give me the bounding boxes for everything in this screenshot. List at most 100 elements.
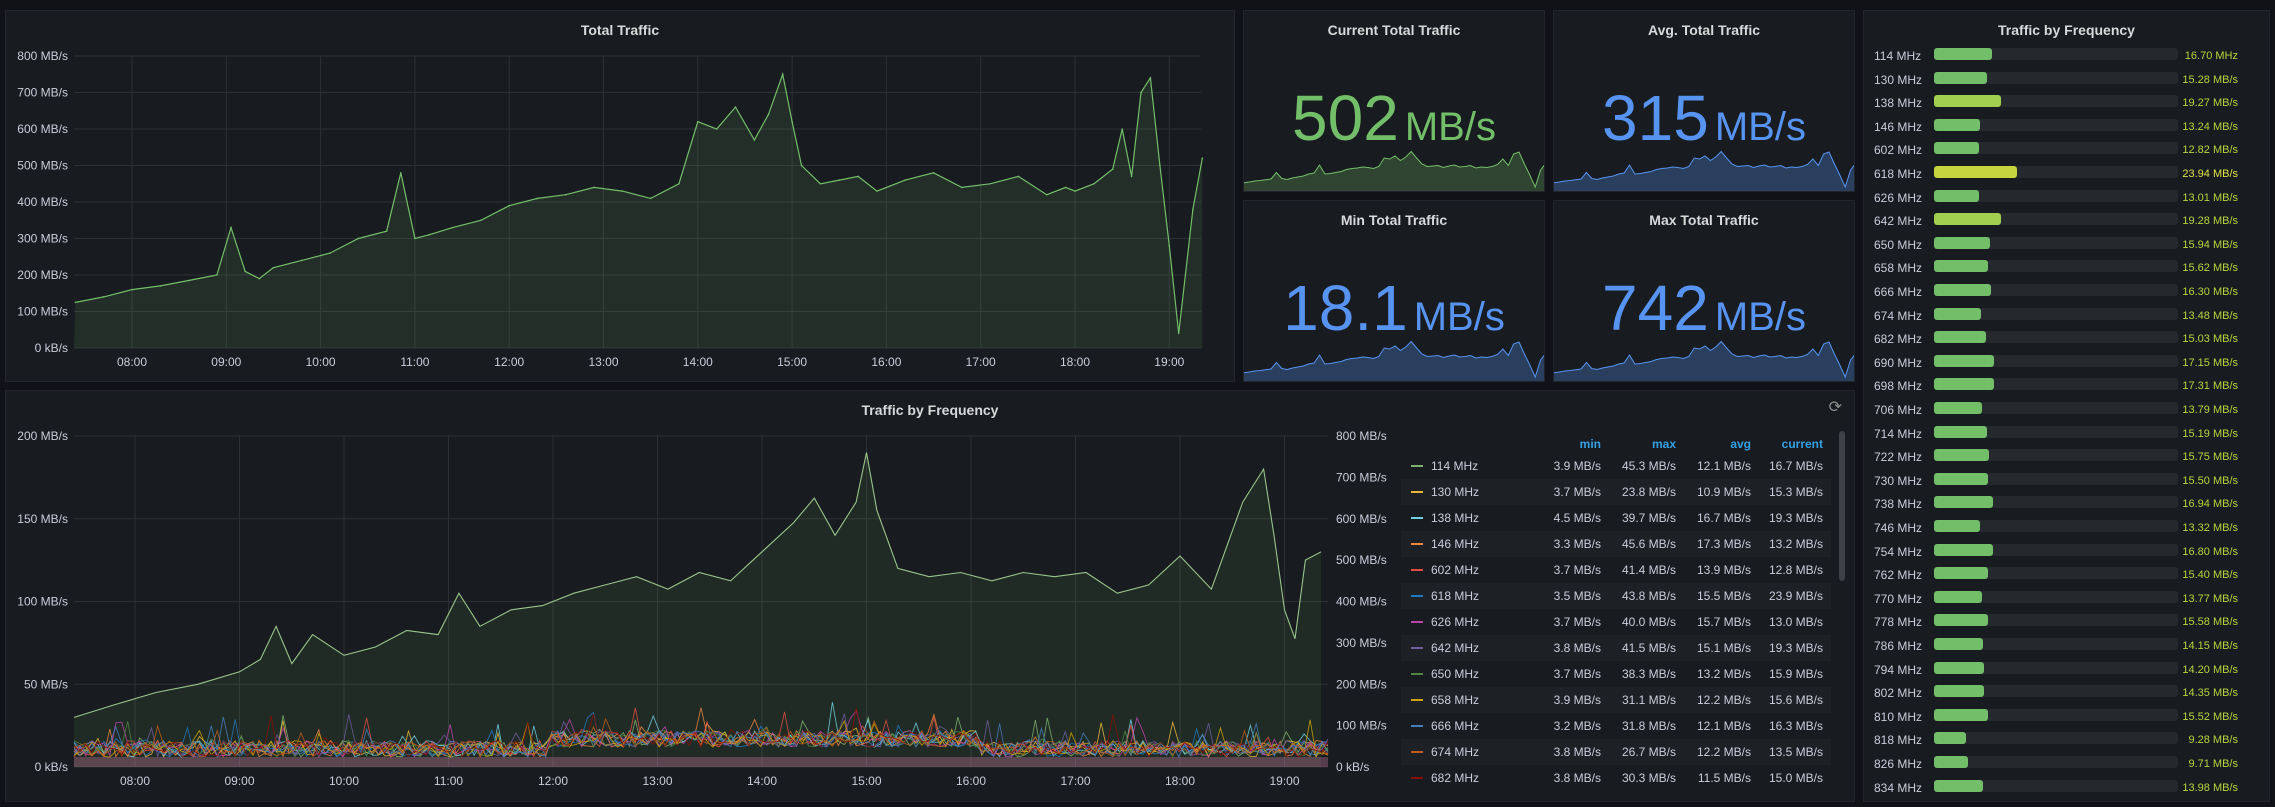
- legend-header-max[interactable]: max: [1596, 437, 1676, 451]
- bargauge-row[interactable]: 698 MHz 17.31 MB/s: [1864, 375, 2254, 399]
- legend-row[interactable]: 666 MHz 3.2 MB/s 31.8 MB/s 12.1 MB/s 16.3 MB…: [1401, 713, 1831, 739]
- legend-header-min[interactable]: min: [1521, 437, 1601, 451]
- x-tick-label: 16:00: [871, 355, 901, 369]
- bargauge-value: 15.19 MB/s: [2182, 427, 2238, 440]
- data-point: [753, 139, 756, 141]
- bargauge-row[interactable]: 714 MHz 15.19 MB/s: [1864, 423, 2254, 447]
- bargauge-row[interactable]: 810 MHz 15.52 MB/s: [1864, 706, 2254, 730]
- bargauge-row[interactable]: 778 MHz 15.58 MB/s: [1864, 611, 2254, 635]
- legend-row[interactable]: 114 MHz 3.9 MB/s 45.3 MB/s 12.1 MB/s 16.7 MB…: [1401, 453, 1831, 479]
- max-total-traffic-panel: Max Total Traffic 742 MB/s: [1553, 200, 1855, 382]
- y-tick-label: 100 MB/s: [17, 305, 68, 319]
- bargauge-row[interactable]: 786 MHz 14.15 MB/s: [1864, 635, 2254, 659]
- series-name[interactable]: 602 MHz: [1431, 563, 1479, 577]
- series-avg: 11.5 MB/s: [1697, 771, 1751, 785]
- legend-scrollbar[interactable]: [1839, 431, 1845, 581]
- bargauge-row[interactable]: 130 MHz 15.28 MB/s: [1864, 69, 2254, 93]
- bargauge-row[interactable]: 146 MHz 13.24 MB/s: [1864, 116, 2254, 140]
- series-name[interactable]: 138 MHz: [1431, 511, 1479, 525]
- bargauge-value: 13.01 MB/s: [2182, 191, 2238, 204]
- bargauge-row[interactable]: 706 MHz 13.79 MB/s: [1864, 399, 2254, 423]
- panel-title[interactable]: Traffic by Frequency: [1864, 22, 2269, 38]
- data-point: [536, 197, 539, 200]
- legend-header-current[interactable]: current: [1743, 437, 1823, 451]
- series-color-swatch: [1411, 569, 1423, 571]
- bargauge-track: [1934, 142, 2178, 155]
- bargauge-row[interactable]: 834 MHz 13.98 MB/s: [1864, 777, 2254, 801]
- y-left-tick-label: 50 MB/s: [24, 677, 68, 691]
- series-max: 26.7 MB/s: [1621, 745, 1676, 759]
- series-name[interactable]: 618 MHz: [1431, 589, 1479, 603]
- bargauge-row[interactable]: 738 MHz 16.94 MB/s: [1864, 493, 2254, 517]
- bargauge-row[interactable]: 626 MHz 13.01 MB/s: [1864, 187, 2254, 211]
- series-name[interactable]: 626 MHz: [1431, 615, 1479, 629]
- bargauge-row[interactable]: 658 MHz 15.62 MB/s: [1864, 257, 2254, 281]
- legend-row[interactable]: 650 MHz 3.7 MB/s 38.3 MB/s 13.2 MB/s 15.9 MB…: [1401, 661, 1831, 687]
- bargauge-row[interactable]: 674 MHz 13.48 MB/s: [1864, 305, 2254, 329]
- bargauge-row[interactable]: 762 MHz 15.40 MB/s: [1864, 564, 2254, 588]
- data-point: [767, 113, 770, 116]
- bargauge-bar: [1934, 520, 1981, 532]
- bargauge-label: 130 MHz: [1874, 72, 1923, 87]
- data-point: [329, 252, 331, 254]
- bargauge-bar: [1934, 661, 1984, 674]
- bargauge-track: [1934, 307, 2178, 320]
- x-tick-label: 08:00: [120, 774, 150, 788]
- legend-row[interactable]: 674 MHz 3.8 MB/s 26.7 MB/s 12.2 MB/s 13.5 MB…: [1401, 739, 1831, 765]
- series-name[interactable]: 130 MHz: [1431, 485, 1479, 499]
- series-name[interactable]: 114 MHz: [1431, 459, 1478, 473]
- bargauge-row[interactable]: 794 MHz 14.20 MB/s: [1864, 659, 2254, 683]
- series-name[interactable]: 658 MHz: [1431, 693, 1479, 707]
- bargauge-value: 9.28 MB/s: [2188, 734, 2238, 747]
- total-traffic-chart[interactable]: 0 kB/s 100 MB/s 200 MB/s 300 MB/s 400 MB/s 50…: [6, 11, 1235, 382]
- legend-header-avg[interactable]: avg: [1671, 437, 1751, 451]
- traffic-by-frequency-chart[interactable]: 0 kB/s 50 MB/s 100 MB/s 150 MB/s 200 MB/s 0 k…: [6, 391, 1396, 802]
- refresh-icon[interactable]: ⟳: [1829, 397, 1842, 417]
- bargauge-row[interactable]: 826 MHz 9.71 MB/s: [1864, 753, 2254, 777]
- bargauge-track: [1934, 260, 2178, 273]
- bargauge-row[interactable]: 682 MHz 15.03 MB/s: [1864, 328, 2254, 352]
- data-point: [216, 274, 218, 276]
- bargauge-bar: [1934, 685, 1985, 698]
- data-point: [230, 226, 232, 229]
- bargauge-row[interactable]: 690 MHz 17.15 MB/s: [1864, 352, 2254, 376]
- bargauge-row[interactable]: 754 MHz 16.80 MB/s: [1864, 541, 2254, 565]
- bargauge-row[interactable]: 642 MHz 19.28 MB/s: [1864, 210, 2254, 234]
- legend-row[interactable]: 146 MHz 3.3 MB/s 45.6 MB/s 17.3 MB/s 13.2 MB…: [1401, 531, 1831, 557]
- bargauge-row[interactable]: 802 MHz 14.35 MB/s: [1864, 682, 2254, 706]
- data-point: [451, 226, 454, 229]
- bargauge-row[interactable]: 818 MHz 9.28 MB/s: [1864, 729, 2254, 753]
- legend-row[interactable]: 642 MHz 3.8 MB/s 41.5 MB/s 15.1 MB/s 19.3 MB…: [1401, 635, 1831, 661]
- legend-row[interactable]: 130 MHz 3.7 MB/s 23.8 MB/s 10.9 MB/s 15.3 MB…: [1401, 479, 1831, 505]
- bargauge-row[interactable]: 730 MHz 15.50 MB/s: [1864, 470, 2254, 494]
- y-tick-label: 500 MB/s: [17, 159, 68, 173]
- bargauge-row[interactable]: 650 MHz 15.94 MB/s: [1864, 234, 2254, 258]
- bargauge-row[interactable]: 618 MHz 23.94 MB/s: [1864, 163, 2254, 187]
- bargauge-row[interactable]: 666 MHz 16.30 MB/s: [1864, 281, 2254, 305]
- x-tick-label: 18:00: [1165, 774, 1195, 788]
- data-point: [357, 237, 360, 240]
- legend-row[interactable]: 602 MHz 3.7 MB/s 41.4 MB/s 13.9 MB/s 12.8 MB…: [1401, 557, 1831, 583]
- series-current: 13.2 MB/s: [1768, 537, 1823, 551]
- x-tick-label: 16:00: [956, 774, 986, 788]
- bargauge-row[interactable]: 602 MHz 12.82 MB/s: [1864, 139, 2254, 163]
- series-name[interactable]: 674 MHz: [1431, 745, 1479, 759]
- series-name[interactable]: 642 MHz: [1431, 641, 1479, 655]
- series-name[interactable]: 682 MHz: [1431, 771, 1479, 785]
- series-name[interactable]: 666 MHz: [1431, 719, 1479, 733]
- series-name[interactable]: 650 MHz: [1431, 667, 1479, 681]
- bargauge-row[interactable]: 746 MHz 13.32 MB/s: [1864, 517, 2254, 541]
- series-max: 45.3 MB/s: [1621, 459, 1676, 473]
- legend-row[interactable]: 658 MHz 3.9 MB/s 31.1 MB/s 12.2 MB/s 15.6 MB…: [1401, 687, 1831, 713]
- legend-row[interactable]: 626 MHz 3.7 MB/s 40.0 MB/s 15.7 MB/s 13.0 MB…: [1401, 609, 1831, 635]
- series-name[interactable]: 146 MHz: [1431, 537, 1479, 551]
- bargauge-row[interactable]: 722 MHz 15.75 MB/s: [1864, 446, 2254, 470]
- legend-row[interactable]: 138 MHz 4.5 MB/s 39.7 MB/s 16.7 MB/s 19.3 MB…: [1401, 505, 1831, 531]
- legend-row[interactable]: 682 MHz 3.8 MB/s 30.3 MB/s 11.5 MB/s 15.0 MB…: [1401, 765, 1831, 791]
- bargauge-row[interactable]: 770 MHz 13.77 MB/s: [1864, 588, 2254, 612]
- bargauge-row[interactable]: 114 MHz 16.70 MHz: [1864, 45, 2254, 69]
- legend-row[interactable]: 618 MHz 3.5 MB/s 43.8 MB/s 15.5 MB/s 23.9 MB…: [1401, 583, 1831, 609]
- bargauge-row[interactable]: 138 MHz 19.27 MB/s: [1864, 92, 2254, 116]
- x-tick-label: 08:00: [117, 355, 147, 369]
- bargauge-label: 770 MHz: [1874, 591, 1923, 606]
